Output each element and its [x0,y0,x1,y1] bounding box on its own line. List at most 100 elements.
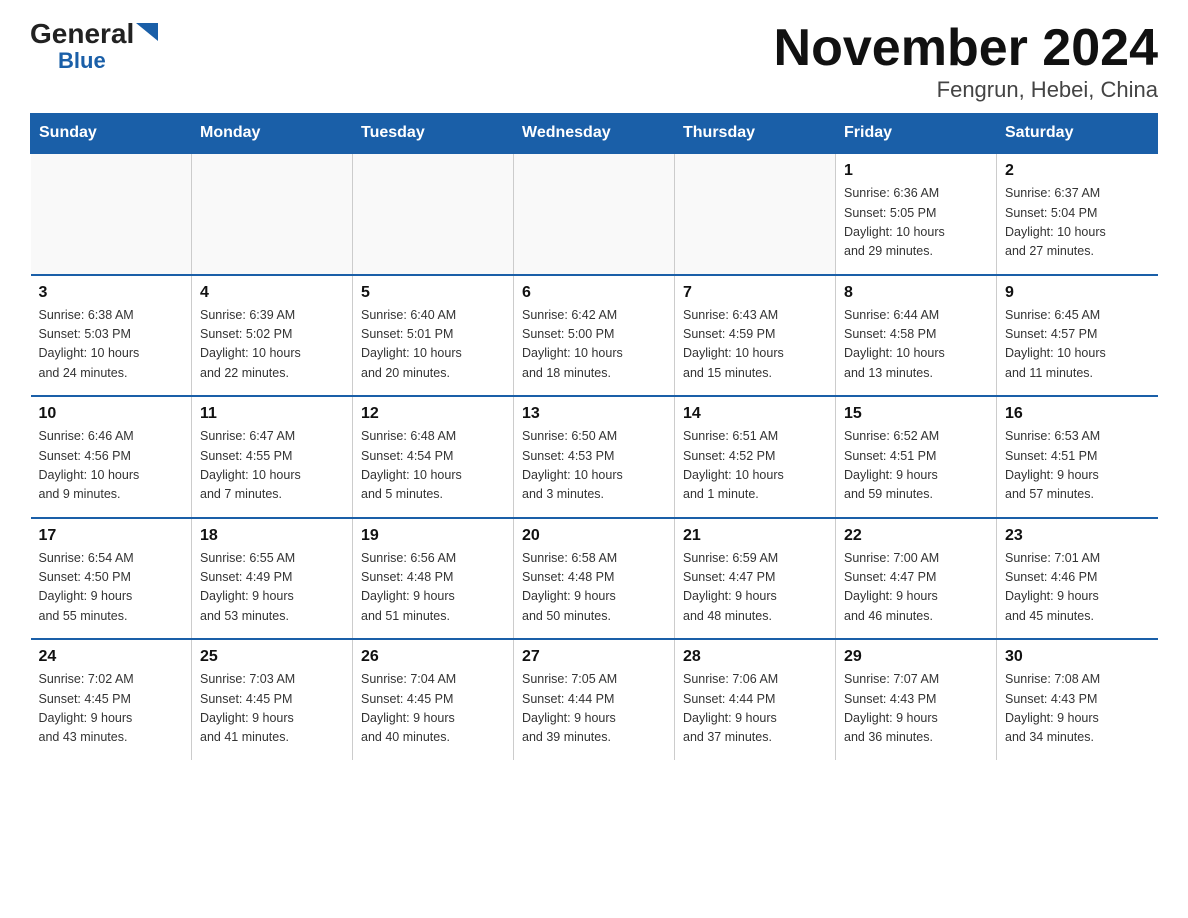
day-sun-info: Sunrise: 6:53 AMSunset: 4:51 PMDaylight:… [1005,427,1150,505]
calendar-title-block: November 2024 Fengrun, Hebei, China [774,20,1158,103]
day-number: 24 [39,648,184,666]
weekday-header-row: SundayMondayTuesdayWednesdayThursdayFrid… [31,114,1158,154]
day-sun-info: Sunrise: 6:52 AMSunset: 4:51 PMDaylight:… [844,427,988,505]
day-sun-info: Sunrise: 6:46 AMSunset: 4:56 PMDaylight:… [39,427,184,505]
calendar-day-cell: 29 Sunrise: 7:07 AMSunset: 4:43 PMDayligh… [836,639,997,760]
calendar-day-cell [675,153,836,275]
calendar-day-cell: 8Sunrise: 6:44 AMSunset: 4:58 PMDaylight… [836,275,997,397]
calendar-week-row: 1 Sunrise: 6:36 AMSunset: 5:05 PMDaylight… [31,153,1158,275]
day-sun-info: Sunrise: 6:48 AMSunset: 4:54 PMDaylight:… [361,427,505,505]
calendar-week-row: 10 Sunrise: 6:46 AMSunset: 4:56 PMDayligh… [31,396,1158,518]
day-sun-info: Sunrise: 6:37 AMSunset: 5:04 PMDaylight:… [1005,184,1150,262]
weekday-header-monday: Monday [192,114,353,154]
calendar-day-cell: 19Sunrise: 6:56 AMSunset: 4:48 PMDayligh… [353,518,514,640]
day-sun-info: Sunrise: 7:08 AMSunset: 4:43 PMDaylight:… [1005,670,1150,748]
calendar-location: Fengrun, Hebei, China [774,77,1158,103]
calendar-day-cell: 13Sunrise: 6:50 AMSunset: 4:53 PMDayligh… [514,396,675,518]
day-number: 4 [200,284,344,302]
day-sun-info: Sunrise: 6:55 AMSunset: 4:49 PMDaylight:… [200,549,344,627]
logo-triangle-icon [136,23,158,41]
day-number: 2 [1005,162,1150,180]
day-sun-info: Sunrise: 6:47 AMSunset: 4:55 PMDaylight:… [200,427,344,505]
calendar-day-cell: 23Sunrise: 7:01 AMSunset: 4:46 PMDayligh… [997,518,1158,640]
calendar-day-cell: 3 Sunrise: 6:38 AMSunset: 5:03 PMDaylight… [31,275,192,397]
day-number: 28 [683,648,827,666]
calendar-day-cell: 16 Sunrise: 6:53 AMSunset: 4:51 PMDayligh… [997,396,1158,518]
day-sun-info: Sunrise: 6:38 AMSunset: 5:03 PMDaylight:… [39,306,184,384]
weekday-header-thursday: Thursday [675,114,836,154]
day-number: 14 [683,405,827,423]
weekday-header-sunday: Sunday [31,114,192,154]
logo: General Blue [30,20,158,74]
weekday-header-saturday: Saturday [997,114,1158,154]
calendar-week-row: 17 Sunrise: 6:54 AMSunset: 4:50 PMDayligh… [31,518,1158,640]
day-sun-info: Sunrise: 7:03 AMSunset: 4:45 PMDaylight:… [200,670,344,748]
calendar-day-cell [192,153,353,275]
day-sun-info: Sunrise: 6:59 AMSunset: 4:47 PMDaylight:… [683,549,827,627]
calendar-month-year: November 2024 [774,20,1158,77]
calendar-day-cell: 26Sunrise: 7:04 AMSunset: 4:45 PMDayligh… [353,639,514,760]
day-number: 26 [361,648,505,666]
day-number: 6 [522,284,666,302]
calendar-week-row: 3 Sunrise: 6:38 AMSunset: 5:03 PMDaylight… [31,275,1158,397]
day-sun-info: Sunrise: 6:58 AMSunset: 4:48 PMDaylight:… [522,549,666,627]
day-number: 22 [844,527,988,545]
weekday-header-wednesday: Wednesday [514,114,675,154]
day-number: 15 [844,405,988,423]
calendar-day-cell: 12 Sunrise: 6:48 AMSunset: 4:54 PMDayligh… [353,396,514,518]
calendar-day-cell: 18 Sunrise: 6:55 AMSunset: 4:49 PMDayligh… [192,518,353,640]
calendar-day-cell: 1 Sunrise: 6:36 AMSunset: 5:05 PMDaylight… [836,153,997,275]
day-sun-info: Sunrise: 6:39 AMSunset: 5:02 PMDaylight:… [200,306,344,384]
calendar-day-cell: 5 Sunrise: 6:40 AMSunset: 5:01 PMDaylight… [353,275,514,397]
calendar-day-cell: 10 Sunrise: 6:46 AMSunset: 4:56 PMDayligh… [31,396,192,518]
day-sun-info: Sunrise: 6:43 AMSunset: 4:59 PMDaylight:… [683,306,827,384]
day-sun-info: Sunrise: 6:51 AMSunset: 4:52 PMDaylight:… [683,427,827,505]
day-number: 11 [200,405,344,423]
logo-general-text: General [30,20,134,48]
calendar-day-cell: 27Sunrise: 7:05 AMSunset: 4:44 PMDayligh… [514,639,675,760]
day-sun-info: Sunrise: 6:44 AMSunset: 4:58 PMDaylight:… [844,306,988,384]
calendar-day-cell: 21 Sunrise: 6:59 AMSunset: 4:47 PMDayligh… [675,518,836,640]
day-sun-info: Sunrise: 7:06 AMSunset: 4:44 PMDaylight:… [683,670,827,748]
calendar-day-cell: 7Sunrise: 6:43 AMSunset: 4:59 PMDaylight… [675,275,836,397]
day-number: 10 [39,405,184,423]
calendar-day-cell: 6 Sunrise: 6:42 AMSunset: 5:00 PMDaylight… [514,275,675,397]
weekday-header-tuesday: Tuesday [353,114,514,154]
calendar-day-cell [31,153,192,275]
day-sun-info: Sunrise: 7:07 AMSunset: 4:43 PMDaylight:… [844,670,988,748]
calendar-day-cell: 24 Sunrise: 7:02 AMSunset: 4:45 PMDayligh… [31,639,192,760]
calendar-day-cell: 15 Sunrise: 6:52 AMSunset: 4:51 PMDayligh… [836,396,997,518]
calendar-day-cell: 9Sunrise: 6:45 AMSunset: 4:57 PMDaylight… [997,275,1158,397]
day-number: 3 [39,284,184,302]
day-number: 13 [522,405,666,423]
day-sun-info: Sunrise: 7:02 AMSunset: 4:45 PMDaylight:… [39,670,184,748]
day-sun-info: Sunrise: 6:42 AMSunset: 5:00 PMDaylight:… [522,306,666,384]
day-number: 25 [200,648,344,666]
calendar-day-cell [514,153,675,275]
day-sun-info: Sunrise: 6:56 AMSunset: 4:48 PMDaylight:… [361,549,505,627]
day-number: 29 [844,648,988,666]
calendar-table: SundayMondayTuesdayWednesdayThursdayFrid… [30,113,1158,760]
day-number: 18 [200,527,344,545]
calendar-week-row: 24 Sunrise: 7:02 AMSunset: 4:45 PMDayligh… [31,639,1158,760]
day-number: 5 [361,284,505,302]
logo-blue-text: Blue [58,48,106,74]
calendar-day-cell: 20 Sunrise: 6:58 AMSunset: 4:48 PMDayligh… [514,518,675,640]
calendar-day-cell: 2 Sunrise: 6:37 AMSunset: 5:04 PMDaylight… [997,153,1158,275]
calendar-day-cell: 28 Sunrise: 7:06 AMSunset: 4:44 PMDayligh… [675,639,836,760]
day-sun-info: Sunrise: 6:54 AMSunset: 4:50 PMDaylight:… [39,549,184,627]
page-header: General Blue November 2024 Fengrun, Hebe… [30,20,1158,103]
day-sun-info: Sunrise: 6:36 AMSunset: 5:05 PMDaylight:… [844,184,988,262]
day-number: 21 [683,527,827,545]
calendar-day-cell: 30 Sunrise: 7:08 AMSunset: 4:43 PMDayligh… [997,639,1158,760]
day-number: 12 [361,405,505,423]
day-number: 17 [39,527,184,545]
day-sun-info: Sunrise: 6:40 AMSunset: 5:01 PMDaylight:… [361,306,505,384]
calendar-day-cell: 22Sunrise: 7:00 AMSunset: 4:47 PMDayligh… [836,518,997,640]
day-number: 1 [844,162,988,180]
day-number: 20 [522,527,666,545]
calendar-day-cell: 11 Sunrise: 6:47 AMSunset: 4:55 PMDayligh… [192,396,353,518]
day-number: 30 [1005,648,1150,666]
day-number: 16 [1005,405,1150,423]
calendar-day-cell: 14 Sunrise: 6:51 AMSunset: 4:52 PMDayligh… [675,396,836,518]
